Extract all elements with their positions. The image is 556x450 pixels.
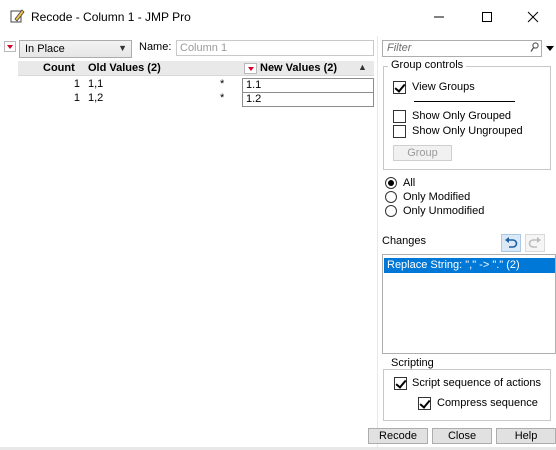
cell-count: 1 — [73, 92, 80, 104]
radio-all-label: All — [403, 177, 416, 189]
group-controls-legend: Group controls — [388, 59, 467, 71]
view-groups-label: View Groups — [412, 81, 475, 93]
maximize-button[interactable] — [464, 0, 510, 34]
modified-marker: * — [220, 78, 225, 90]
pencil-icon — [9, 8, 25, 24]
group-button[interactable]: Group — [393, 145, 452, 161]
show-only-ungrouped-checkbox[interactable] — [393, 125, 406, 138]
new-values-menu-icon[interactable] — [244, 63, 257, 74]
radio-only-modified[interactable] — [385, 191, 397, 203]
separator-line — [414, 101, 515, 102]
panel-divider — [377, 36, 378, 448]
changes-list[interactable]: Replace String: "," -> "." (2) — [382, 254, 556, 354]
column-header-old-values[interactable]: Old Values (2) — [88, 62, 161, 74]
title-bar: Recode - Column 1 - JMP Pro — [0, 0, 556, 34]
search-icon — [530, 42, 539, 56]
chevron-down-icon: ▼ — [118, 43, 127, 53]
scripting-legend: Scripting — [388, 357, 437, 369]
list-item[interactable]: Replace String: "," -> "." (2) — [384, 258, 555, 273]
cell-count: 1 — [73, 78, 80, 90]
redo-icon — [528, 237, 541, 248]
radio-all[interactable] — [385, 177, 397, 189]
help-button[interactable]: Help — [496, 428, 556, 444]
new-value-input[interactable]: 1.1 — [242, 78, 374, 93]
view-groups-checkbox[interactable] — [393, 81, 406, 94]
radio-only-modified-label: Only Modified — [403, 191, 471, 203]
sort-up-icon[interactable]: ▲ — [358, 62, 367, 72]
changes-label: Changes — [382, 235, 427, 247]
table-row: 1 1,2 * 1.2 — [0, 92, 377, 107]
table-header: Count Old Values (2) New Values (2) ▲ — [18, 61, 374, 76]
recode-button[interactable]: Recode — [368, 428, 428, 444]
filter-dropdown-icon[interactable] — [544, 40, 556, 57]
new-value-input[interactable]: 1.2 — [242, 92, 374, 107]
script-sequence-checkbox[interactable] — [394, 377, 407, 390]
script-sequence-label: Script sequence of actions — [412, 377, 542, 389]
redo-button[interactable] — [525, 234, 545, 252]
cell-old-value: 1,1 — [88, 78, 104, 90]
radio-only-unmodified-label: Only Unmodified — [403, 205, 485, 217]
close-button[interactable]: Close — [432, 428, 492, 444]
column-header-new-values[interactable]: New Values (2) — [260, 62, 337, 74]
show-only-ungrouped-label: Show Only Ungrouped — [412, 125, 523, 137]
column-header-count[interactable]: Count — [43, 62, 75, 74]
close-window-button[interactable] — [510, 0, 556, 34]
undo-button[interactable] — [501, 234, 521, 252]
table-row: 1 1,1 * 1.1 — [0, 78, 377, 93]
show-only-grouped-label: Show Only Grouped — [412, 110, 512, 122]
modified-marker: * — [220, 92, 225, 104]
undo-icon — [505, 237, 518, 248]
compress-sequence-checkbox[interactable] — [418, 397, 431, 410]
name-label: Name: — [139, 41, 172, 53]
window-title: Recode - Column 1 - JMP Pro — [31, 10, 191, 24]
show-only-grouped-checkbox[interactable] — [393, 110, 406, 123]
mode-select[interactable]: In Place ▼ — [19, 40, 132, 58]
minimize-button[interactable] — [416, 0, 462, 34]
radio-only-unmodified[interactable] — [385, 205, 397, 217]
cell-old-value: 1,2 — [88, 92, 104, 104]
mode-select-value: In Place — [25, 43, 65, 55]
red-triangle-menu-icon[interactable] — [4, 41, 16, 52]
compress-sequence-label: Compress sequence — [437, 397, 538, 409]
name-input[interactable]: Column 1 — [176, 40, 374, 56]
filter-input[interactable]: Filter — [382, 40, 542, 57]
